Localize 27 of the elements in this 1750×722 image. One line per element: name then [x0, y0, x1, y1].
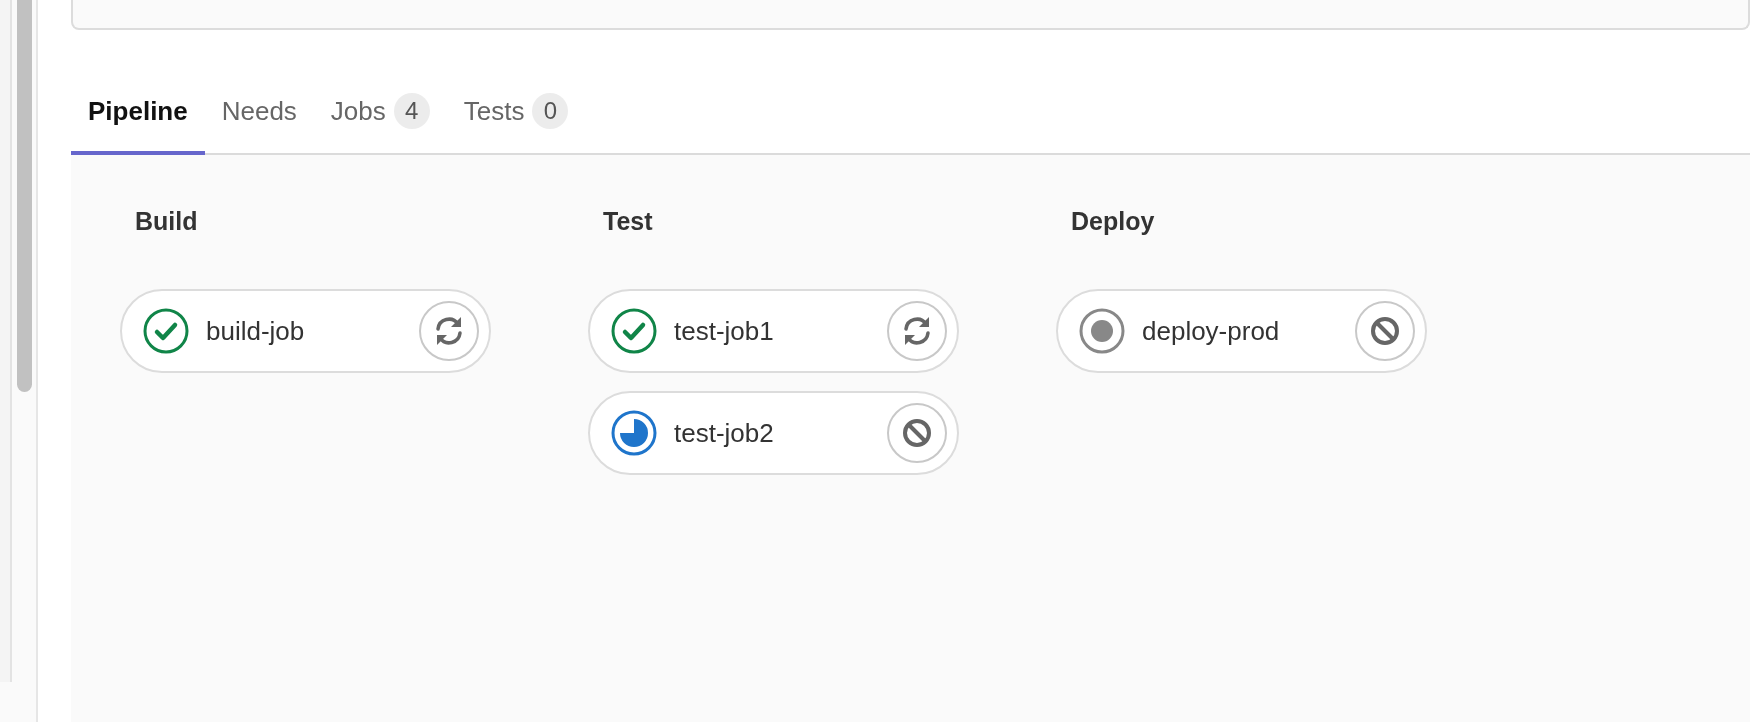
cancel-button[interactable]	[887, 403, 947, 463]
retry-button[interactable]	[419, 301, 479, 361]
tab[interactable]: Jobs 4	[313, 71, 447, 155]
cancel-button[interactable]	[1355, 301, 1415, 361]
success-check-icon	[142, 307, 190, 355]
count-badge: 4	[393, 93, 430, 129]
retry-button[interactable]	[887, 301, 947, 361]
job-name: deploy-prod	[1142, 315, 1281, 347]
job-name: test-job1	[674, 315, 775, 347]
job-name: build-job	[206, 315, 306, 347]
cancel-icon	[1370, 316, 1400, 346]
scrollbar-thumb[interactable]	[16, 0, 32, 392]
job-pill[interactable]: deploy-prod	[1056, 289, 1427, 373]
job-name: test-job2	[674, 417, 775, 449]
tab[interactable]: Tests 0	[446, 71, 586, 155]
job-pill[interactable]: test-job1	[588, 289, 959, 373]
running-status-icon	[610, 409, 658, 457]
stage-title: Test	[602, 207, 654, 236]
count-badge: 0	[532, 93, 569, 129]
tab[interactable]: Needs	[204, 71, 314, 155]
job-pill[interactable]: build-job	[120, 289, 491, 373]
job-pill[interactable]: test-job2	[588, 391, 959, 475]
created-status-icon	[1078, 307, 1126, 355]
stage-title: Build	[134, 207, 199, 236]
cancel-icon	[902, 418, 932, 448]
stage-title: Deploy	[1070, 207, 1156, 236]
success-check-icon	[610, 307, 658, 355]
